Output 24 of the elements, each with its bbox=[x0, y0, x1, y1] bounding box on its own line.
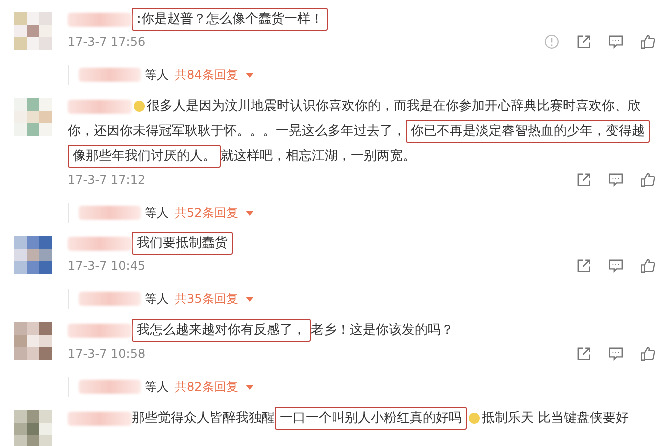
comment-text: 很多人是因为汶川地震时认识你喜欢你的，而我是在你参加开心辞典比赛时喜欢你、欣 bbox=[147, 98, 641, 116]
highlighted-text: 我怎么越来越对你有反感了， bbox=[132, 319, 311, 342]
comment-text: 老乡！这是你该发的吗？ bbox=[311, 322, 454, 340]
comment-text: 那些觉得众人皆醉我独醒 bbox=[132, 410, 275, 428]
reply-users-text: 等人 bbox=[145, 66, 169, 84]
reply-users-text: 等人 bbox=[145, 290, 169, 308]
highlighted-text: 像那些年我们讨厌的人。 bbox=[68, 145, 221, 168]
reply-users-text: 等人 bbox=[145, 204, 169, 222]
comment-date: 17-3-7 10:58 bbox=[68, 347, 146, 361]
highlighted-text: 你已不再是淡定睿智热血的少年，变得越 bbox=[406, 120, 650, 143]
comment-text: 抵制乐天 比当键盘侠要好 bbox=[482, 410, 630, 428]
reply-count-link[interactable]: 共84条回复 bbox=[175, 66, 238, 84]
comment-text: 就这样吧，相忘江湖，一别两宽。 bbox=[221, 148, 416, 166]
reply-count-link[interactable]: 共82条回复 bbox=[175, 378, 238, 396]
reply-count-link[interactable]: 共35条回复 bbox=[175, 290, 238, 308]
highlighted-text: 我们要抵制蠢货 bbox=[132, 232, 233, 255]
comment-date: 17-3-7 10:45 bbox=[68, 259, 146, 273]
comment-text: 你，还因你未得冠军耿耿于怀。。。一晃这么多年过去了， bbox=[68, 123, 406, 141]
reply-count-link[interactable]: 共52条回复 bbox=[175, 204, 238, 222]
comment-date: 17-3-7 17:56 bbox=[68, 35, 146, 49]
reply-users-text: 等人 bbox=[145, 378, 169, 396]
comment-date: 17-3-7 17:12 bbox=[68, 173, 146, 187]
highlighted-text: 一口一个叫别人小粉红真的好吗 bbox=[275, 407, 467, 430]
highlighted-text: :你是赵普？怎么像个蠢货一样！ bbox=[132, 8, 328, 31]
